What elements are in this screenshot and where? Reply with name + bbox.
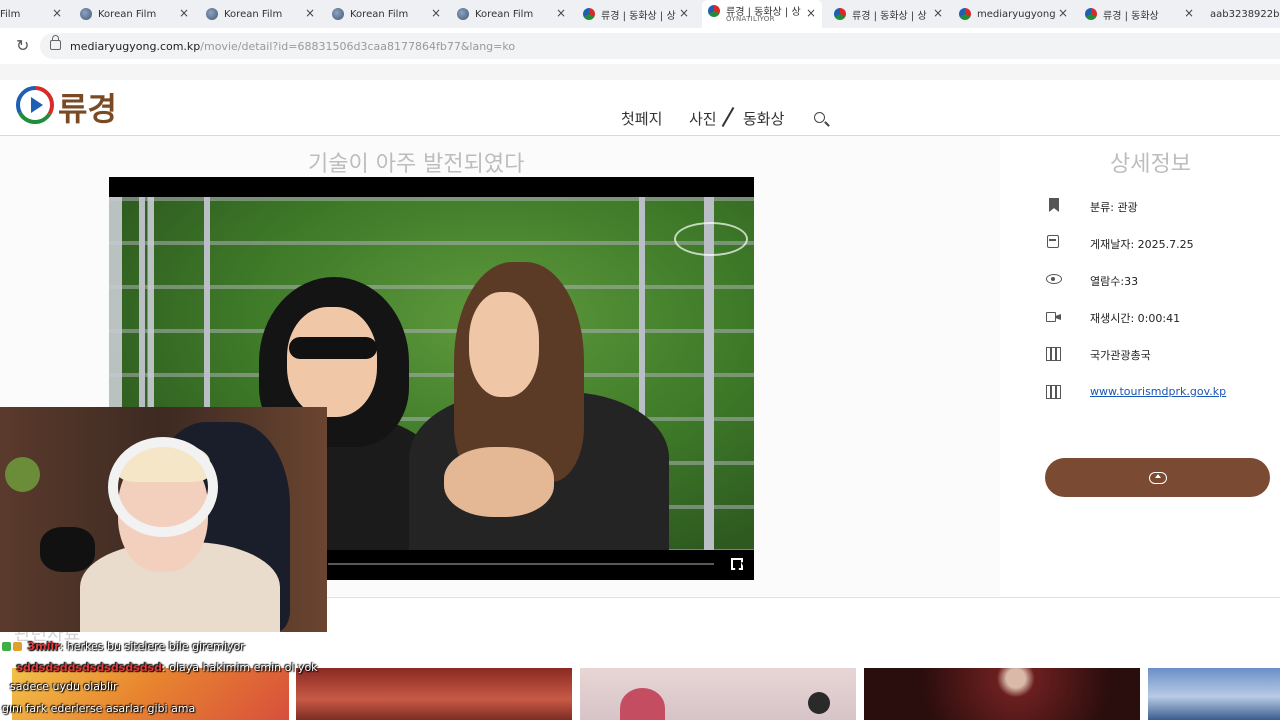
tab-title: 류경 | 동화상 | 상 bbox=[852, 10, 927, 22]
bookmark-icon bbox=[1049, 198, 1059, 212]
calendar-icon bbox=[1047, 235, 1059, 248]
tab-playing-label: OYNATILIYOR bbox=[726, 15, 775, 23]
badge-icon bbox=[2, 663, 11, 672]
globe-icon bbox=[457, 8, 469, 20]
close-icon[interactable]: × bbox=[52, 6, 62, 20]
chat-username: 3miir bbox=[27, 640, 60, 653]
browser-tab[interactable]: mediaryugyong × bbox=[959, 0, 1074, 28]
detail-organization: 국가관광총국 bbox=[1090, 349, 1151, 362]
video-title: 기술이 아주 발전되였다 bbox=[308, 152, 525, 177]
related-thumbnail[interactable] bbox=[580, 668, 856, 720]
video-person bbox=[469, 292, 539, 397]
related-thumbnail[interactable] bbox=[1148, 668, 1280, 720]
detail-views: 열람수:33 bbox=[1090, 275, 1139, 288]
tab-title: mediaryugyong bbox=[977, 8, 1056, 20]
chat-message: gını fark ederlerse asarlar gibi ama bbox=[2, 702, 195, 715]
chat-message: sddsdsddsdsdsdsdsdsd: olaya hakimim emin… bbox=[2, 661, 318, 674]
detail-category: 분류: 관광 bbox=[1090, 201, 1138, 214]
chat-text: : herkes bu sitelere bile giremiyor bbox=[59, 640, 245, 653]
video-person bbox=[444, 447, 554, 517]
webcam-microphone bbox=[40, 527, 95, 572]
cloud-upload-icon bbox=[1148, 471, 1167, 484]
webcam-headphones bbox=[108, 437, 218, 537]
eye-icon bbox=[1046, 274, 1062, 284]
browser-tab[interactable]: aab3238922bc bbox=[1210, 0, 1280, 28]
badge-icon bbox=[2, 642, 11, 651]
close-icon[interactable]: × bbox=[933, 6, 943, 20]
browser-tab-active[interactable]: 류경 | 동화상 | 상 OYNATILIYOR × bbox=[702, 0, 822, 28]
close-icon[interactable]: × bbox=[806, 6, 816, 20]
close-icon[interactable]: × bbox=[679, 6, 689, 20]
browser-tab[interactable]: Korean Film × bbox=[80, 0, 195, 28]
tab-title: Film bbox=[0, 8, 21, 20]
tab-title: 류경 | 동화상 bbox=[1103, 10, 1159, 22]
url-path: /movie/detail?id=68831506d3caa8177864fb7… bbox=[200, 40, 516, 53]
download-button[interactable] bbox=[1045, 458, 1270, 497]
browser-tab[interactable]: 류경 | 동화상 × bbox=[1085, 0, 1200, 28]
related-thumbnail[interactable] bbox=[864, 668, 1140, 720]
search-icon[interactable] bbox=[814, 112, 825, 123]
site-logo-text[interactable]: 류경 bbox=[58, 84, 117, 130]
browser-tab[interactable]: Film × bbox=[0, 0, 70, 28]
detail-duration: 재생시간: 0:00:41 bbox=[1090, 312, 1181, 325]
ryugyong-logo-icon[interactable] bbox=[16, 86, 54, 124]
lock-icon[interactable] bbox=[50, 35, 61, 50]
close-icon[interactable]: × bbox=[431, 6, 441, 20]
related-thumbnail[interactable] bbox=[296, 668, 572, 720]
tab-title: Korean Film bbox=[98, 8, 157, 20]
browser-tab[interactable]: Korean Film × bbox=[332, 0, 447, 28]
video-watermark-logo bbox=[674, 222, 748, 256]
nav-videos[interactable]: 동화상 bbox=[743, 108, 784, 129]
url-text[interactable]: mediaryugyong.com.kp/movie/detail?id=688… bbox=[70, 40, 515, 53]
reload-icon[interactable]: ↻ bbox=[16, 36, 29, 55]
globe-icon bbox=[80, 8, 92, 20]
details-heading: 상세정보 bbox=[1110, 152, 1191, 177]
video-person bbox=[287, 307, 377, 417]
webcam-plant bbox=[5, 457, 40, 492]
chat-text: : olaya hakimim emin ol yok bbox=[162, 661, 318, 674]
browser-tab[interactable]: 류경 | 동화상 | 상 × bbox=[834, 0, 949, 28]
nav-photos[interactable]: 사진 bbox=[689, 108, 717, 129]
chat-text: gını fark ederlerse asarlar gibi ama bbox=[2, 702, 196, 715]
close-icon[interactable]: × bbox=[1184, 6, 1194, 20]
tab-title: aab3238922bc bbox=[1210, 8, 1280, 20]
browser-tab-strip: Film × Korean Film × Korean Film × Korea… bbox=[0, 0, 1280, 28]
video-person bbox=[289, 337, 377, 359]
ryugyong-icon bbox=[959, 8, 971, 20]
badge-icon bbox=[13, 642, 22, 651]
close-icon[interactable]: × bbox=[556, 6, 566, 20]
chat-message: sadece uydu olablir bbox=[10, 680, 118, 693]
chat-message: 3miir: herkes bu sitelere bile giremiyor bbox=[2, 640, 245, 653]
ryugyong-icon bbox=[583, 8, 595, 20]
ryugyong-icon bbox=[834, 8, 846, 20]
detail-website-link[interactable]: www.tourismdprk.gov.kp bbox=[1090, 385, 1226, 398]
streamer-webcam bbox=[0, 407, 327, 632]
chat-text: sadece uydu olablir bbox=[10, 680, 118, 693]
ryugyong-icon bbox=[1085, 8, 1097, 20]
close-icon[interactable]: × bbox=[179, 6, 189, 20]
tab-title: 류경 | 동화상 | 상 bbox=[601, 10, 676, 22]
close-icon[interactable]: × bbox=[305, 6, 315, 20]
globe-icon bbox=[332, 8, 344, 20]
building-icon bbox=[1046, 385, 1061, 399]
browser-tab[interactable]: 류경 | 동화상 | 상 × bbox=[583, 0, 695, 28]
header-top-strip bbox=[0, 64, 1280, 80]
ryugyong-icon bbox=[708, 5, 720, 17]
tab-title: Korean Film bbox=[350, 8, 409, 20]
video-camera-icon bbox=[1046, 312, 1056, 322]
browser-tab[interactable]: Korean Film × bbox=[206, 0, 321, 28]
url-domain: mediaryugyong.com.kp bbox=[70, 40, 201, 53]
video-progress-bar[interactable] bbox=[328, 563, 714, 565]
browser-tab[interactable]: Korean Film × bbox=[457, 0, 572, 28]
tab-title: Korean Film bbox=[475, 8, 534, 20]
chat-username: sddsdsddsdsdsdsdsdsd bbox=[16, 661, 163, 674]
nav-active-indicator bbox=[721, 106, 735, 128]
tab-title: Korean Film bbox=[224, 8, 283, 20]
globe-icon bbox=[206, 8, 218, 20]
detail-date: 게재날자: 2025.7.25 bbox=[1090, 238, 1194, 251]
close-icon[interactable]: × bbox=[1058, 6, 1068, 20]
nav-home[interactable]: 첫페지 bbox=[621, 108, 662, 129]
building-icon bbox=[1046, 347, 1061, 361]
